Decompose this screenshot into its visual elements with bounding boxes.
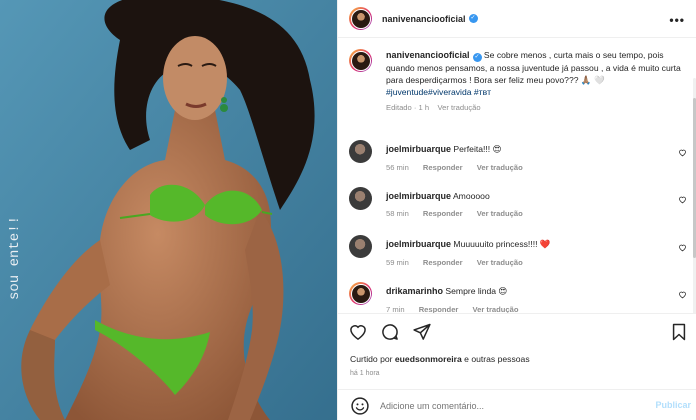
posted-time[interactable]: há 1 hora: [350, 370, 380, 377]
scrollbar[interactable]: [692, 78, 696, 313]
comment-body: joelmirbuarque Muuuuuito princess!!!! ❤️: [386, 235, 689, 250]
post-header: nanivenanciooficial ✓ •••: [338, 0, 696, 38]
comment-text: Sempre linda 😍: [445, 286, 508, 296]
comment-time[interactable]: 56 min: [386, 163, 409, 172]
save-button[interactable]: [669, 322, 689, 344]
caption-translate[interactable]: Ver tradução: [438, 103, 481, 112]
likes-suffix[interactable]: e outras pessoas: [464, 354, 529, 364]
verified-badge-icon: ✓: [468, 14, 478, 23]
comment-avatar[interactable]: [349, 187, 372, 210]
save-icon[interactable]: [669, 322, 689, 342]
likes-user[interactable]: euedsonmoreira: [395, 354, 462, 364]
like-icon[interactable]: [348, 322, 368, 342]
likes-prefix: Curtido por: [350, 354, 393, 364]
comment-actions: 56 min Responder Ver tradução: [386, 163, 689, 172]
caption-edited: Editado: [386, 103, 412, 112]
emoji-icon[interactable]: [350, 396, 370, 416]
comment-username[interactable]: joelmirbuarque: [386, 239, 451, 249]
comment-text: Amooooo: [452, 191, 490, 201]
comment-translate-button[interactable]: Ver tradução: [473, 305, 519, 313]
comment-username[interactable]: joelmirbuarque: [386, 191, 451, 201]
comment-translate-button[interactable]: Ver tradução: [477, 209, 523, 218]
post-actions: Curtido por euedsonmoreira e outras pess…: [338, 313, 696, 420]
photo-illustration: sou ente!!: [0, 0, 337, 420]
comment-like-heart-icon[interactable]: [678, 290, 687, 299]
comment-composer: Publicar: [338, 389, 696, 420]
author-username[interactable]: nanivenanciooficial: [382, 14, 466, 24]
comment-username[interactable]: drikamarinho: [386, 286, 443, 296]
likes-summary: Curtido por euedsonmoreira e outras pess…: [350, 354, 530, 364]
comment-text: Perfeita!!! 😍: [453, 144, 502, 154]
comment-translate-button[interactable]: Ver tradução: [477, 258, 523, 267]
comments-scroll-area[interactable]: nanivenanciooficial ✓ Se cobre menos , cu…: [338, 38, 696, 313]
comment-reply-button[interactable]: Responder: [423, 258, 463, 267]
post-caption: nanivenanciooficial ✓ Se cobre menos , cu…: [349, 49, 689, 112]
comment-item: joelmirbuarque Muuuuuito princess!!!! ❤️…: [349, 235, 689, 267]
more-options-icon[interactable]: •••: [669, 13, 685, 27]
comment-body: joelmirbuarque Amooooo: [386, 187, 689, 201]
comment-like-heart-icon[interactable]: [678, 148, 687, 157]
comment-like-heart-icon[interactable]: [678, 243, 687, 252]
comment-icon[interactable]: [380, 322, 400, 342]
comment-reply-button[interactable]: Responder: [423, 209, 463, 218]
post-photo[interactable]: sou ente!!: [0, 0, 337, 420]
comment-time[interactable]: 7 min: [386, 305, 405, 313]
comment-username[interactable]: joelmirbuarque: [386, 144, 451, 154]
comment-time[interactable]: 58 min: [386, 209, 409, 218]
comment-like-heart-icon[interactable]: [678, 195, 687, 204]
share-icon[interactable]: [412, 322, 432, 342]
post-side-panel: nanivenanciooficial ✓ ••• nanivenancioof…: [337, 0, 696, 420]
action-icons: [348, 322, 432, 342]
comment-actions: 7 min Responder Ver tradução: [386, 305, 689, 313]
comment-avatar[interactable]: [349, 235, 372, 258]
comment-avatar[interactable]: [349, 140, 372, 163]
instagram-post-modal: sou ente!! nanivenanciooficial ✓ ••• nan…: [0, 0, 696, 420]
caption-avatar[interactable]: [349, 49, 372, 72]
caption-username[interactable]: nanivenanciooficial: [386, 50, 470, 60]
caption-text: nanivenanciooficial ✓ Se cobre menos , cu…: [386, 49, 689, 98]
comment-input[interactable]: [380, 400, 630, 411]
caption-hashtags[interactable]: #juventude#viveravida #ᴛʙᴛ: [386, 87, 491, 97]
comment-text: Muuuuuito princess!!!! ❤️: [453, 239, 551, 249]
photo-side-text: sou ente!!: [7, 216, 23, 300]
caption-meta: Editado · 1 h Ver tradução: [386, 103, 481, 112]
comment-item: drikamarinho Sempre linda 😍 7 min Respon…: [349, 282, 689, 313]
author-avatar[interactable]: [349, 7, 372, 30]
caption-time[interactable]: 1 h: [419, 103, 430, 112]
comment-body: joelmirbuarque Perfeita!!! 😍: [386, 140, 689, 155]
comment-item: joelmirbuarque Amooooo 58 min Responder …: [349, 187, 689, 218]
comment-avatar[interactable]: [349, 282, 372, 305]
comment-reply-button[interactable]: Responder: [423, 163, 463, 172]
comment-item: joelmirbuarque Perfeita!!! 😍 56 min Resp…: [349, 140, 689, 172]
comment-time[interactable]: 59 min: [386, 258, 409, 267]
publish-button[interactable]: Publicar: [655, 400, 691, 410]
caption-verified-icon: ✓: [472, 53, 482, 62]
comment-actions: 59 min Responder Ver tradução: [386, 258, 689, 267]
comment-body: drikamarinho Sempre linda 😍: [386, 282, 689, 297]
comment-translate-button[interactable]: Ver tradução: [477, 163, 523, 172]
comment-actions: 58 min Responder Ver tradução: [386, 209, 689, 218]
comment-reply-button[interactable]: Responder: [419, 305, 459, 313]
